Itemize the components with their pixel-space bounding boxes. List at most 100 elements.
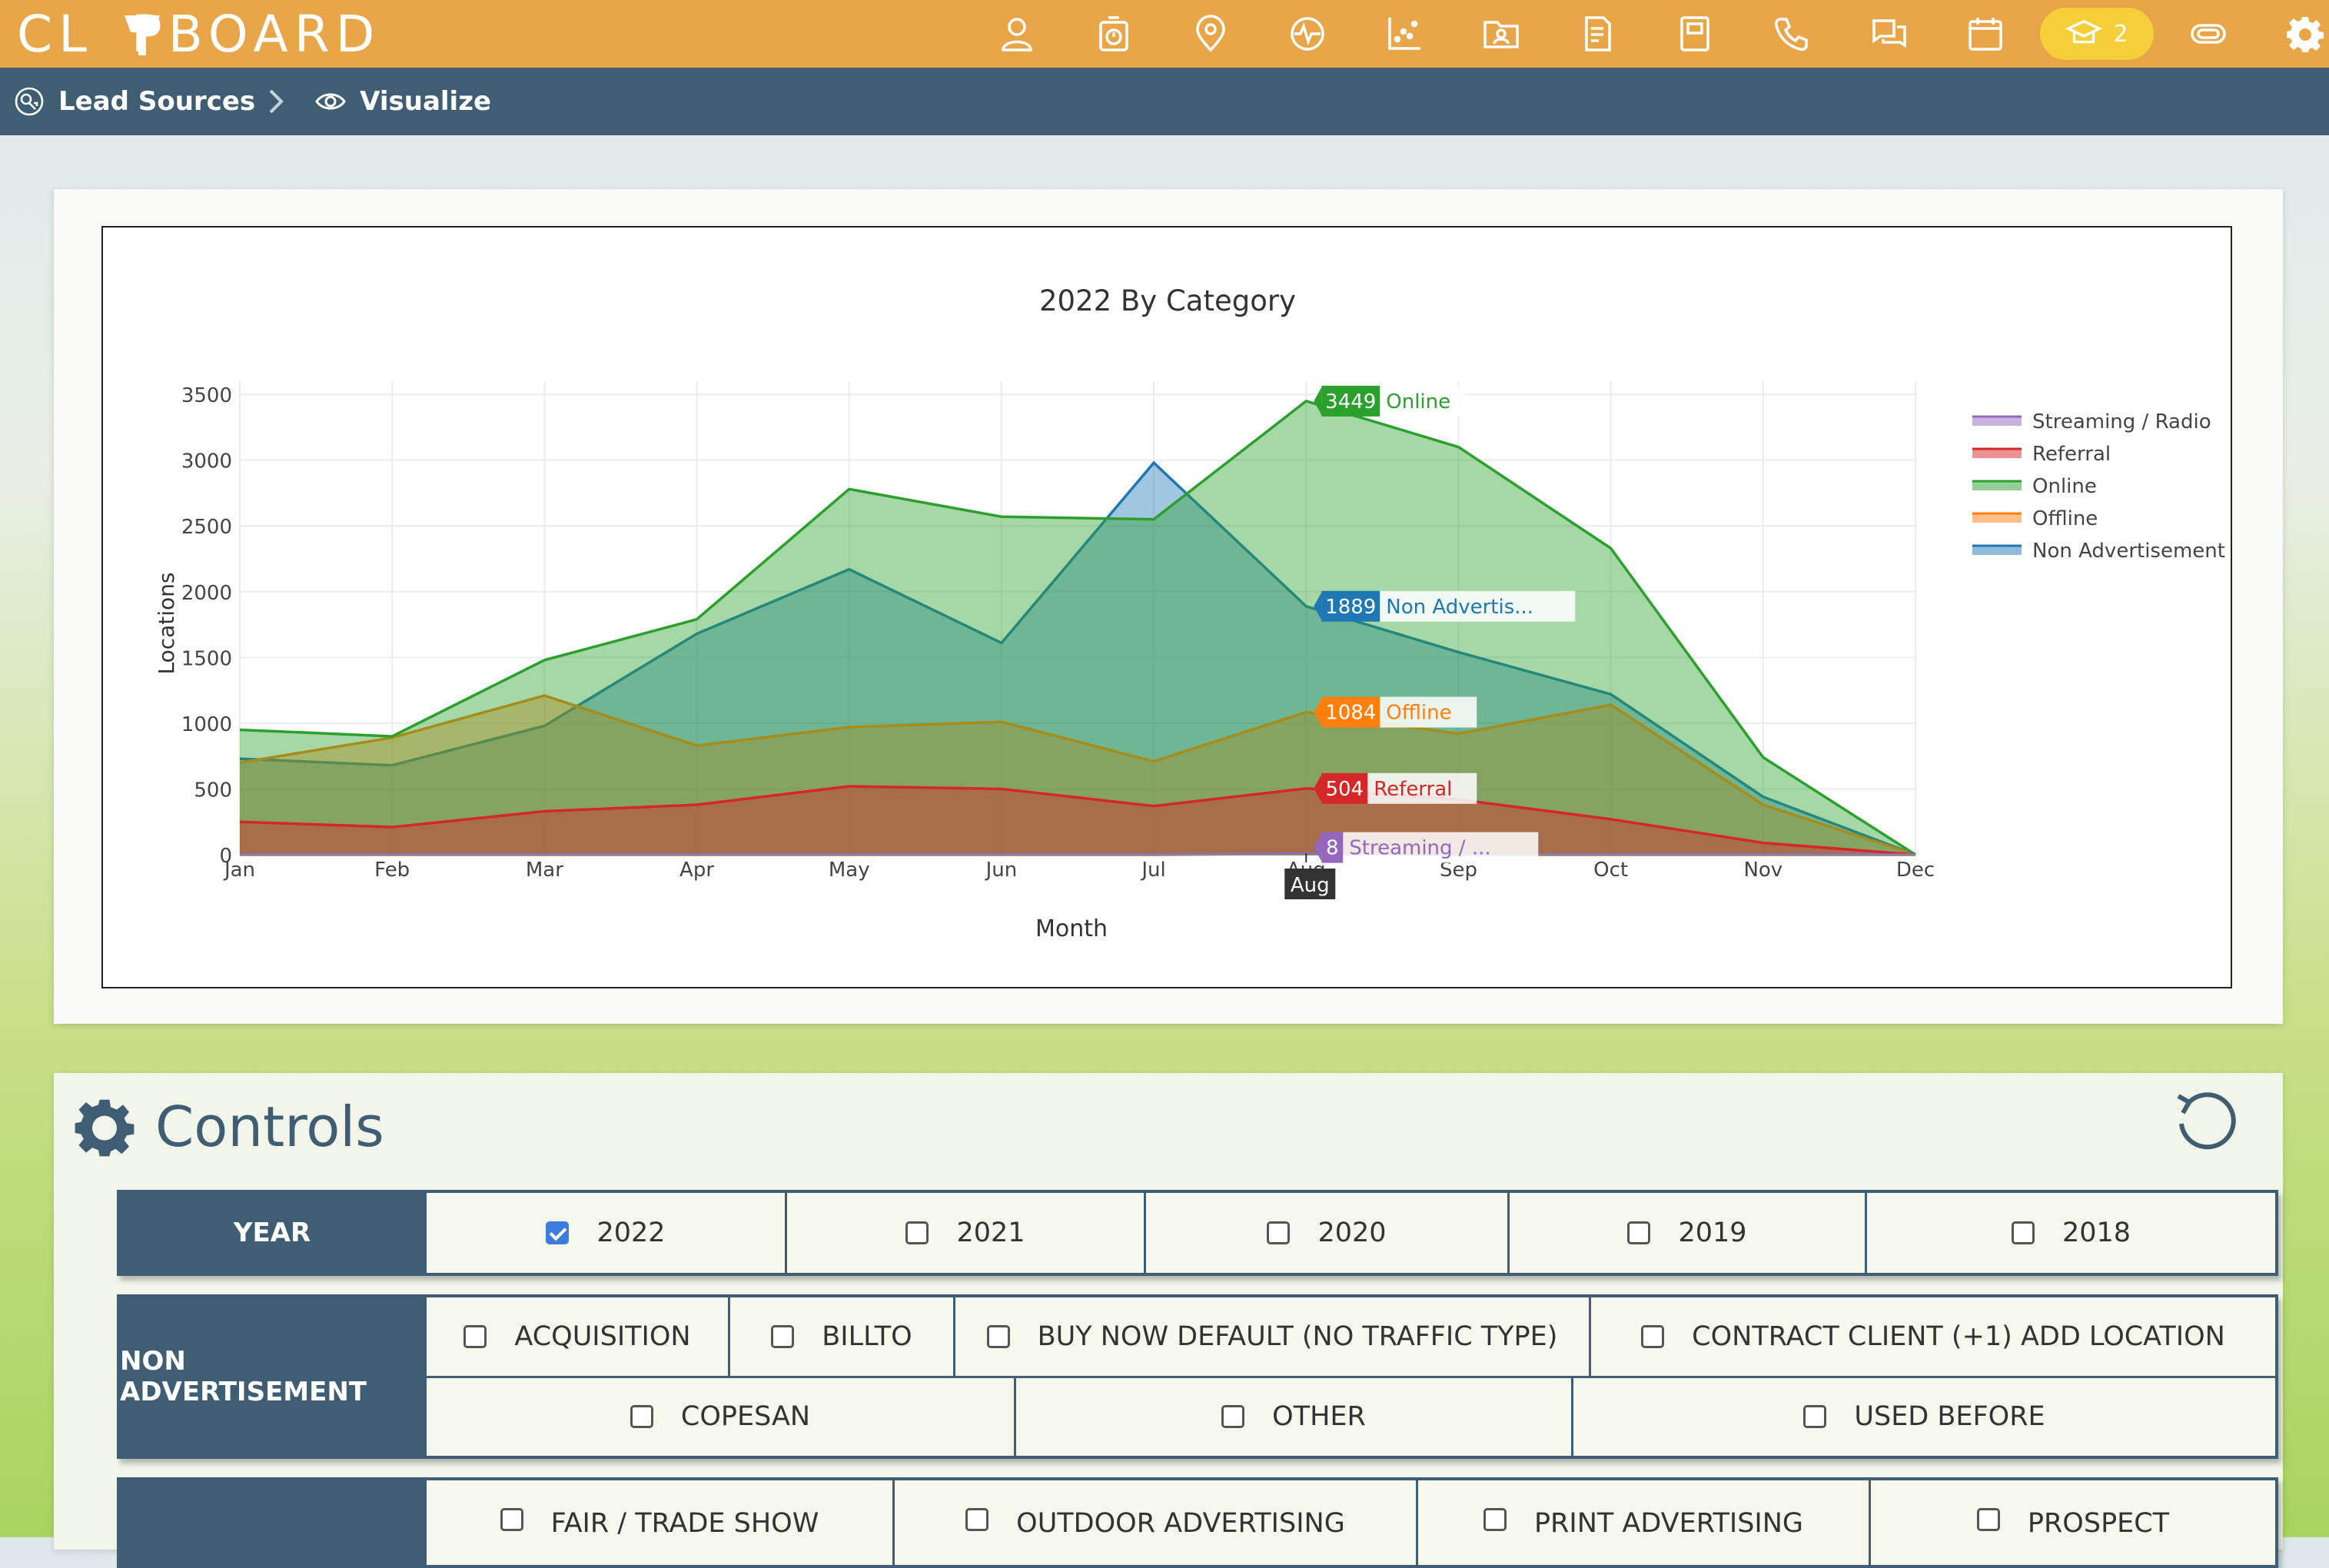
- timer-icon[interactable]: [1065, 0, 1162, 68]
- option-billto[interactable]: BILLTO: [728, 1297, 953, 1376]
- hover-series-name: Online: [1386, 390, 1450, 414]
- option-prospect[interactable]: PROSPECT: [1869, 1480, 2275, 1565]
- chat-icon[interactable]: [1840, 0, 1937, 68]
- y-tick-label: 1500: [181, 647, 232, 670]
- hover-value: 3449: [1325, 390, 1376, 414]
- checkbox[interactable]: [1641, 1324, 1665, 1348]
- year-option-2018[interactable]: 2018: [1865, 1193, 2275, 1273]
- phone-icon[interactable]: [1743, 0, 1840, 68]
- option-label: COPESAN: [680, 1401, 811, 1433]
- option-print-advertising[interactable]: PRINT ADVERTISING: [1416, 1480, 1869, 1565]
- option-outdoor-advertising[interactable]: OUTDOOR ADVERTISING: [892, 1480, 1416, 1565]
- x-tick-label: Jun: [985, 859, 1018, 882]
- reset-icon[interactable]: [2172, 1085, 2240, 1153]
- logo-clipboard-icon: [125, 15, 160, 55]
- breadcrumb: Lead Sources Visualize: [0, 68, 2329, 135]
- checkbox[interactable]: [630, 1405, 653, 1429]
- non-advertisement-row-label: NON ADVERTISEMENT: [120, 1297, 424, 1456]
- checkbox[interactable]: [771, 1324, 795, 1348]
- user-icon[interactable]: [968, 0, 1065, 68]
- hover-series-name: Streaming / ...: [1349, 837, 1490, 860]
- option-label: ACQUISITION: [514, 1321, 691, 1352]
- non-advertisement-filter-row: NON ADVERTISEMENT ACQUISITION BILLTO BUY…: [117, 1294, 2278, 1459]
- year-option-2020[interactable]: 2020: [1144, 1193, 1507, 1273]
- legend-swatch-fill: [1972, 513, 2022, 523]
- legend-swatch-fill: [1972, 417, 2022, 426]
- hover-series-name: Offline: [1386, 702, 1451, 725]
- option-copesan[interactable]: COPESAN: [424, 1377, 1014, 1456]
- top-navigation-bar: CL PBOARD 2: [0, 0, 2329, 68]
- chart-card: 2022 By Category Month Locations 0 500 100…: [54, 189, 2283, 1024]
- checkbox[interactable]: [500, 1508, 523, 1531]
- hover-value: 504: [1325, 778, 1364, 801]
- option-label: PROSPECT: [2027, 1508, 2170, 1539]
- y-tick-label: 2500: [181, 516, 232, 539]
- legend-item-streaming-radio[interactable]: Streaming / Radio: [2032, 410, 2211, 434]
- x-tick-label: Jul: [1140, 859, 1165, 882]
- option-label: CONTRACT CLIENT (+1) ADD LOCATION: [1692, 1321, 2225, 1352]
- link-icon[interactable]: [2160, 0, 2257, 68]
- map-pin-icon[interactable]: [1162, 0, 1259, 68]
- option-contract-client[interactable]: CONTRACT CLIENT (+1) ADD LOCATION: [1589, 1297, 2275, 1376]
- x-tick-label: Jan: [223, 859, 255, 882]
- notification-count: 2: [2113, 20, 2128, 48]
- area-fill-online: [240, 400, 1915, 855]
- chart-frame: 2022 By Category Month Locations 0 500 100…: [101, 226, 2232, 988]
- x-tick-label: Apr: [679, 859, 714, 882]
- option-label: 2020: [1317, 1218, 1387, 1248]
- option-label: OTHER: [1272, 1401, 1366, 1433]
- document-icon[interactable]: [1550, 0, 1646, 68]
- legend-swatch-fill: [1972, 481, 2022, 490]
- option-used-before[interactable]: USED BEFORE: [1571, 1377, 2275, 1456]
- controls-card: Controls YEAR 2022 2021 2020 2019 2018 N…: [54, 1073, 2283, 1568]
- hover-series-name: Referral: [1374, 778, 1452, 801]
- checkbox[interactable]: [463, 1324, 487, 1348]
- checkbox[interactable]: [965, 1508, 989, 1531]
- hover-value: 8: [1326, 837, 1339, 860]
- checkbox[interactable]: [1976, 1508, 2000, 1531]
- option-fair-trade-show[interactable]: FAIR / TRADE SHOW: [424, 1480, 892, 1565]
- y-tick-label: 3000: [181, 450, 232, 473]
- option-label: BILLTO: [822, 1321, 912, 1352]
- activity-icon[interactable]: [1259, 0, 1356, 68]
- option-label: FAIR / TRADE SHOW: [550, 1508, 819, 1539]
- area-chart[interactable]: 2022 By Category Month Locations 0500100…: [103, 228, 2231, 987]
- option-label: BUY NOW DEFAULT (NO TRAFFIC TYPE): [1037, 1321, 1558, 1352]
- breadcrumb-lead-sources[interactable]: Lead Sources: [14, 86, 255, 117]
- logo-text: CL PBOARD: [17, 4, 381, 64]
- year-option-2022[interactable]: 2022: [424, 1193, 785, 1273]
- legend-item-online[interactable]: Online: [2032, 475, 2097, 498]
- training-notifications-button[interactable]: 2: [2040, 8, 2154, 60]
- option-buy-now-default[interactable]: BUY NOW DEFAULT (NO TRAFFIC TYPE): [953, 1297, 1589, 1376]
- legend-item-offline[interactable]: Offline: [2032, 507, 2098, 530]
- checkbox[interactable]: [1483, 1508, 1507, 1531]
- checkbox[interactable]: [1221, 1405, 1245, 1429]
- gear-icon: [75, 1099, 135, 1157]
- x-axis-label: Month: [1035, 915, 1108, 942]
- chevron-right-icon: [269, 89, 284, 114]
- checkbox[interactable]: [1267, 1221, 1291, 1244]
- breadcrumb-visualize[interactable]: Visualize: [315, 86, 491, 117]
- checkbox[interactable]: [986, 1324, 1010, 1348]
- year-option-2019[interactable]: 2019: [1507, 1193, 1865, 1273]
- checkbox[interactable]: [905, 1221, 929, 1244]
- gear-icon[interactable]: [2257, 0, 2329, 68]
- option-other[interactable]: OTHER: [1014, 1377, 1571, 1456]
- clipboard-logo[interactable]: CL PBOARD: [17, 4, 381, 64]
- option-acquisition[interactable]: ACQUISITION: [424, 1297, 728, 1376]
- legend-item-non-advertisement[interactable]: Non Advertisement: [2032, 540, 2225, 563]
- scatter-icon[interactable]: [1356, 0, 1453, 68]
- checkbox[interactable]: [546, 1221, 570, 1244]
- chart-title: 2022 By Category: [1039, 284, 1296, 317]
- legend-item-referral[interactable]: Referral: [2032, 443, 2111, 466]
- year-option-2021[interactable]: 2021: [785, 1193, 1144, 1273]
- year-filter-row: YEAR 2022 2021 2020 2019 2018: [117, 1190, 2278, 1276]
- calendar-icon[interactable]: [1937, 0, 2034, 68]
- offline-row-label: [120, 1480, 424, 1565]
- checkbox[interactable]: [1627, 1221, 1651, 1244]
- folder-user-icon[interactable]: [1453, 0, 1550, 68]
- checkbox[interactable]: [1803, 1405, 1827, 1429]
- checkbox[interactable]: [2011, 1221, 2035, 1244]
- option-label: 2018: [2062, 1218, 2131, 1248]
- book-icon[interactable]: [1646, 0, 1743, 68]
